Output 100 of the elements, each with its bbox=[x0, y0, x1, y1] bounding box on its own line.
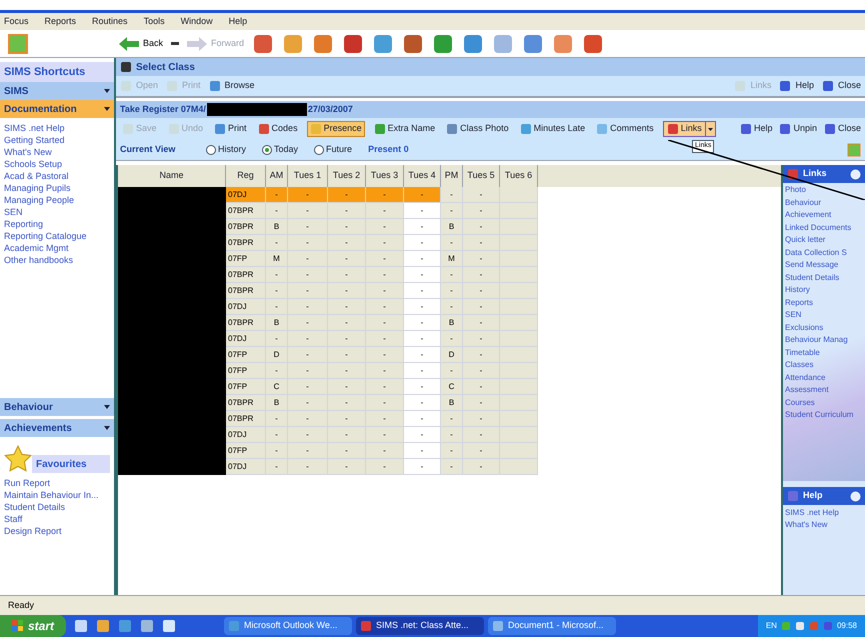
toolbar-button[interactable]: Unpin bbox=[779, 122, 817, 136]
mark-cell[interactable]: - bbox=[366, 187, 404, 203]
link-item[interactable]: Reports bbox=[785, 296, 863, 309]
mark-cell[interactable]: - bbox=[404, 267, 441, 283]
favourite-link[interactable]: Run Report bbox=[4, 477, 110, 489]
mark-cell[interactable]: - bbox=[328, 267, 366, 283]
link-item[interactable]: Timetable bbox=[785, 346, 863, 359]
mark-cell[interactable]: - bbox=[288, 299, 328, 315]
mark-cell[interactable]: - bbox=[404, 251, 441, 267]
mark-cell[interactable]: - bbox=[288, 331, 328, 347]
mark-cell[interactable]: - bbox=[266, 459, 288, 475]
register-row[interactable]: 07DJ - - - - - - - bbox=[118, 427, 781, 443]
menu-item[interactable]: Tools bbox=[144, 14, 165, 28]
mark-cell[interactable]: - bbox=[463, 219, 500, 235]
mark-cell[interactable]: - bbox=[366, 219, 404, 235]
mark-cell[interactable]: - bbox=[288, 283, 328, 299]
sidebar-link[interactable]: Schools Setup bbox=[4, 158, 110, 170]
tray-icon[interactable] bbox=[794, 621, 805, 631]
register-row[interactable]: 07FP - - - - - - - bbox=[118, 363, 781, 379]
pin-icon[interactable] bbox=[847, 143, 861, 157]
mark-cell[interactable]: - bbox=[404, 187, 441, 203]
quick-launch-icon[interactable] bbox=[118, 619, 132, 633]
mark-cell[interactable]: - bbox=[328, 395, 366, 411]
radio-button[interactable]: Future bbox=[314, 143, 352, 157]
link-item[interactable]: Attendance bbox=[785, 372, 863, 384]
mark-cell[interactable]: - bbox=[266, 203, 288, 219]
radio-button[interactable]: History bbox=[206, 143, 246, 157]
mark-cell[interactable]: - bbox=[266, 427, 288, 443]
mark-cell[interactable]: - bbox=[366, 363, 404, 379]
mark-cell[interactable]: - bbox=[288, 427, 328, 443]
collapse-icon[interactable] bbox=[850, 490, 861, 502]
mark-cell[interactable]: - bbox=[366, 299, 404, 315]
mark-cell[interactable]: - bbox=[441, 363, 463, 379]
mark-cell[interactable]: - bbox=[266, 331, 288, 347]
mark-cell[interactable]: - bbox=[404, 427, 441, 443]
collapse-icon[interactable] bbox=[850, 168, 861, 180]
mark-cell[interactable]: - bbox=[404, 363, 441, 379]
quick-launch-icon[interactable] bbox=[74, 619, 88, 633]
toolbar-icon[interactable] bbox=[282, 32, 304, 54]
sidebar-link[interactable]: Managing People bbox=[4, 194, 110, 206]
toolbar-icon[interactable] bbox=[402, 32, 424, 54]
mark-cell[interactable]: - bbox=[366, 267, 404, 283]
link-item[interactable]: SIMS .net Help bbox=[785, 507, 863, 519]
language-indicator[interactable]: EN bbox=[766, 620, 777, 632]
mark-cell[interactable]: - bbox=[328, 203, 366, 219]
register-row[interactable]: 07DJ - - - - - - - bbox=[118, 299, 781, 315]
tray-icon[interactable] bbox=[808, 621, 819, 631]
mark-cell[interactable]: - bbox=[404, 219, 441, 235]
favourite-link[interactable]: Student Details bbox=[4, 501, 110, 513]
register-row[interactable]: 07BPR - - - - - - - bbox=[118, 411, 781, 427]
mark-cell[interactable]: - bbox=[463, 331, 500, 347]
mark-cell[interactable]: - bbox=[328, 363, 366, 379]
mark-cell[interactable]: B bbox=[441, 219, 463, 235]
menu-item[interactable]: Reports bbox=[44, 14, 76, 28]
toolbar-icon[interactable] bbox=[522, 32, 544, 54]
mark-cell[interactable]: B bbox=[266, 315, 288, 331]
mark-cell[interactable]: - bbox=[288, 347, 328, 363]
link-item[interactable]: Achievement bbox=[785, 209, 863, 222]
taskbar-button[interactable]: Document1 - Microsof... bbox=[488, 617, 616, 635]
sidebar-group[interactable]: Achievements bbox=[0, 419, 114, 437]
link-item[interactable]: Classes bbox=[785, 359, 863, 372]
mark-cell[interactable]: B bbox=[266, 219, 288, 235]
taskbar-button[interactable]: Microsoft Outlook We... bbox=[224, 617, 352, 635]
mark-cell[interactable]: D bbox=[266, 347, 288, 363]
mark-cell[interactable]: - bbox=[366, 235, 404, 251]
mark-cell[interactable]: B bbox=[441, 315, 463, 331]
toolbar-button[interactable]: Browse bbox=[208, 79, 255, 93]
register-row[interactable]: 07DJ - - - - - - - bbox=[118, 187, 781, 203]
mark-cell[interactable]: - bbox=[366, 251, 404, 267]
quick-launch-icon[interactable] bbox=[162, 619, 176, 633]
favourite-link[interactable]: Maintain Behaviour In... bbox=[4, 489, 110, 501]
mark-cell[interactable]: - bbox=[366, 379, 404, 395]
mark-cell[interactable]: - bbox=[463, 267, 500, 283]
mark-cell[interactable]: C bbox=[266, 379, 288, 395]
mark-cell[interactable]: - bbox=[404, 459, 441, 475]
mark-cell[interactable]: - bbox=[463, 315, 500, 331]
mark-cell[interactable]: - bbox=[366, 347, 404, 363]
mark-cell[interactable]: - bbox=[463, 379, 500, 395]
mark-cell[interactable]: - bbox=[366, 315, 404, 331]
sidebar-link[interactable]: SIMS .net Help bbox=[4, 122, 110, 134]
register-row[interactable]: 07DJ - - - - - - - bbox=[118, 459, 781, 475]
mark-cell[interactable]: M bbox=[266, 251, 288, 267]
mark-cell[interactable]: - bbox=[404, 411, 441, 427]
link-item[interactable]: Data Collection S bbox=[785, 246, 863, 259]
mark-cell[interactable]: - bbox=[366, 203, 404, 219]
toolbar-icon[interactable] bbox=[462, 32, 484, 54]
mark-cell[interactable]: - bbox=[441, 299, 463, 315]
mark-cell[interactable]: - bbox=[441, 459, 463, 475]
app-logo-icon[interactable] bbox=[8, 34, 28, 54]
toolbar-button[interactable]: Codes bbox=[256, 122, 300, 136]
mark-cell[interactable]: - bbox=[441, 235, 463, 251]
toolbar-button[interactable]: Help bbox=[740, 122, 772, 136]
toolbar-icon[interactable] bbox=[312, 32, 334, 54]
mark-cell[interactable]: - bbox=[366, 459, 404, 475]
mark-cell[interactable]: - bbox=[441, 331, 463, 347]
mark-cell[interactable]: - bbox=[404, 379, 441, 395]
mark-cell[interactable]: - bbox=[404, 283, 441, 299]
mark-cell[interactable]: - bbox=[288, 187, 328, 203]
mark-cell[interactable]: - bbox=[463, 235, 500, 251]
mark-cell[interactable]: - bbox=[328, 299, 366, 315]
